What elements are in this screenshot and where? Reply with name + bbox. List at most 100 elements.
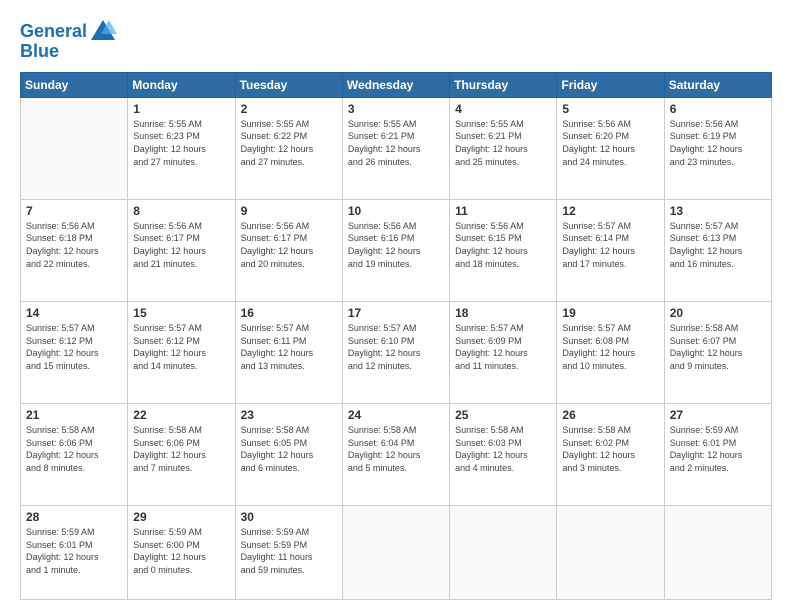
day-info: Sunrise: 5:58 AMSunset: 6:06 PMDaylight:…	[133, 424, 229, 474]
calendar-day-cell: 28 Sunrise: 5:59 AMSunset: 6:01 PMDayligh…	[21, 506, 128, 600]
day-info: Sunrise: 5:56 AMSunset: 6:17 PMDaylight:…	[241, 220, 337, 270]
calendar-day-cell: 22 Sunrise: 5:58 AMSunset: 6:06 PMDayligh…	[128, 404, 235, 506]
day-info: Sunrise: 5:58 AMSunset: 6:05 PMDaylight:…	[241, 424, 337, 474]
day-number: 6	[670, 102, 766, 116]
calendar-day-cell: 8 Sunrise: 5:56 AMSunset: 6:17 PMDaylight…	[128, 199, 235, 301]
calendar-day-cell: 3Sunrise: 5:55 AMSunset: 6:21 PMDaylight…	[342, 97, 449, 199]
logo-text-line2: Blue	[20, 42, 59, 62]
day-info: Sunrise: 5:57 AMSunset: 6:14 PMDaylight:…	[562, 220, 658, 270]
day-info: Sunrise: 5:56 AMSunset: 6:15 PMDaylight:…	[455, 220, 551, 270]
calendar-day-cell: 18 Sunrise: 5:57 AMSunset: 6:09 PMDayligh…	[450, 301, 557, 403]
day-number: 22	[133, 408, 229, 422]
calendar-day-cell: 14 Sunrise: 5:57 AMSunset: 6:12 PMDayligh…	[21, 301, 128, 403]
day-info: Sunrise: 5:57 AMSunset: 6:12 PMDaylight:…	[133, 322, 229, 372]
calendar-day-cell: 12 Sunrise: 5:57 AMSunset: 6:14 PMDayligh…	[557, 199, 664, 301]
calendar-day-cell: 19Sunrise: 5:57 AMSunset: 6:08 PMDayligh…	[557, 301, 664, 403]
day-info: Sunrise: 5:58 AMSunset: 6:06 PMDaylight:…	[26, 424, 122, 474]
calendar-day-cell: 20 Sunrise: 5:58 AMSunset: 6:07 PMDayligh…	[664, 301, 771, 403]
calendar-day-cell: 10Sunrise: 5:56 AMSunset: 6:16 PMDayligh…	[342, 199, 449, 301]
calendar-day-cell: 16Sunrise: 5:57 AMSunset: 6:11 PMDayligh…	[235, 301, 342, 403]
day-info: Sunrise: 5:59 AMSunset: 6:00 PMDaylight:…	[133, 526, 229, 576]
weekday-header-wednesday: Wednesday	[342, 72, 449, 97]
day-info: Sunrise: 5:56 AMSunset: 6:17 PMDaylight:…	[133, 220, 229, 270]
day-number: 14	[26, 306, 122, 320]
calendar-day-cell: 1 Sunrise: 5:55 AMSunset: 6:23 PMDaylight…	[128, 97, 235, 199]
calendar-day-cell: 15 Sunrise: 5:57 AMSunset: 6:12 PMDayligh…	[128, 301, 235, 403]
calendar-day-cell: 2 Sunrise: 5:55 AMSunset: 6:22 PMDaylight…	[235, 97, 342, 199]
day-info: Sunrise: 5:58 AMSunset: 6:04 PMDaylight:…	[348, 424, 444, 474]
calendar-day-cell: 13 Sunrise: 5:57 AMSunset: 6:13 PMDayligh…	[664, 199, 771, 301]
day-info: Sunrise: 5:58 AMSunset: 6:07 PMDaylight:…	[670, 322, 766, 372]
day-info: Sunrise: 5:59 AMSunset: 5:59 PMDaylight:…	[241, 526, 337, 576]
day-number: 24	[348, 408, 444, 422]
day-number: 5	[562, 102, 658, 116]
day-number: 16	[241, 306, 337, 320]
day-number: 4	[455, 102, 551, 116]
day-info: Sunrise: 5:57 AMSunset: 6:12 PMDaylight:…	[26, 322, 122, 372]
calendar-week-row: 21Sunrise: 5:58 AMSunset: 6:06 PMDayligh…	[21, 404, 772, 506]
calendar-week-row: 14 Sunrise: 5:57 AMSunset: 6:12 PMDayligh…	[21, 301, 772, 403]
calendar-day-cell	[664, 506, 771, 600]
day-info: Sunrise: 5:59 AMSunset: 6:01 PMDaylight:…	[26, 526, 122, 576]
day-number: 2	[241, 102, 337, 116]
day-info: Sunrise: 5:57 AMSunset: 6:13 PMDaylight:…	[670, 220, 766, 270]
day-number: 18	[455, 306, 551, 320]
weekday-header-thursday: Thursday	[450, 72, 557, 97]
day-number: 20	[670, 306, 766, 320]
day-info: Sunrise: 5:57 AMSunset: 6:10 PMDaylight:…	[348, 322, 444, 372]
calendar-table: SundayMondayTuesdayWednesdayThursdayFrid…	[20, 72, 772, 600]
day-number: 12	[562, 204, 658, 218]
calendar-day-cell: 6Sunrise: 5:56 AMSunset: 6:19 PMDaylight…	[664, 97, 771, 199]
day-number: 28	[26, 510, 122, 524]
weekday-header-monday: Monday	[128, 72, 235, 97]
logo-text-line1: General	[20, 22, 87, 42]
calendar-day-cell: 26Sunrise: 5:58 AMSunset: 6:02 PMDayligh…	[557, 404, 664, 506]
calendar-day-cell: 23 Sunrise: 5:58 AMSunset: 6:05 PMDayligh…	[235, 404, 342, 506]
day-info: Sunrise: 5:57 AMSunset: 6:09 PMDaylight:…	[455, 322, 551, 372]
day-info: Sunrise: 5:58 AMSunset: 6:03 PMDaylight:…	[455, 424, 551, 474]
logo-icon	[89, 18, 117, 46]
calendar-day-cell	[450, 506, 557, 600]
weekday-header-friday: Friday	[557, 72, 664, 97]
day-number: 8	[133, 204, 229, 218]
calendar-day-cell	[21, 97, 128, 199]
calendar-day-cell: 11Sunrise: 5:56 AMSunset: 6:15 PMDayligh…	[450, 199, 557, 301]
day-number: 23	[241, 408, 337, 422]
day-info: Sunrise: 5:59 AMSunset: 6:01 PMDaylight:…	[670, 424, 766, 474]
day-number: 10	[348, 204, 444, 218]
logo: General Blue	[20, 18, 117, 62]
day-number: 3	[348, 102, 444, 116]
weekday-header-saturday: Saturday	[664, 72, 771, 97]
calendar-day-cell: 25 Sunrise: 5:58 AMSunset: 6:03 PMDayligh…	[450, 404, 557, 506]
day-info: Sunrise: 5:55 AMSunset: 6:22 PMDaylight:…	[241, 118, 337, 168]
calendar-week-row: 1 Sunrise: 5:55 AMSunset: 6:23 PMDaylight…	[21, 97, 772, 199]
calendar-day-cell: 4 Sunrise: 5:55 AMSunset: 6:21 PMDaylight…	[450, 97, 557, 199]
day-number: 25	[455, 408, 551, 422]
day-number: 26	[562, 408, 658, 422]
day-info: Sunrise: 5:55 AMSunset: 6:23 PMDaylight:…	[133, 118, 229, 168]
day-info: Sunrise: 5:55 AMSunset: 6:21 PMDaylight:…	[455, 118, 551, 168]
weekday-header-sunday: Sunday	[21, 72, 128, 97]
day-info: Sunrise: 5:56 AMSunset: 6:18 PMDaylight:…	[26, 220, 122, 270]
page: General Blue SundayMondayTuesdayWednesda…	[0, 0, 792, 612]
day-number: 9	[241, 204, 337, 218]
calendar-day-cell: 9 Sunrise: 5:56 AMSunset: 6:17 PMDaylight…	[235, 199, 342, 301]
calendar-week-row: 28 Sunrise: 5:59 AMSunset: 6:01 PMDayligh…	[21, 506, 772, 600]
day-info: Sunrise: 5:56 AMSunset: 6:20 PMDaylight:…	[562, 118, 658, 168]
calendar-day-cell	[342, 506, 449, 600]
day-number: 15	[133, 306, 229, 320]
calendar-day-cell: 21Sunrise: 5:58 AMSunset: 6:06 PMDayligh…	[21, 404, 128, 506]
day-number: 1	[133, 102, 229, 116]
calendar-day-cell: 24 Sunrise: 5:58 AMSunset: 6:04 PMDayligh…	[342, 404, 449, 506]
day-number: 29	[133, 510, 229, 524]
weekday-header-tuesday: Tuesday	[235, 72, 342, 97]
day-number: 30	[241, 510, 337, 524]
header: General Blue	[20, 18, 772, 62]
calendar-day-cell: 30 Sunrise: 5:59 AMSunset: 5:59 PMDayligh…	[235, 506, 342, 600]
day-number: 27	[670, 408, 766, 422]
calendar-day-cell: 29 Sunrise: 5:59 AMSunset: 6:00 PMDayligh…	[128, 506, 235, 600]
day-number: 13	[670, 204, 766, 218]
calendar-day-cell: 7Sunrise: 5:56 AMSunset: 6:18 PMDaylight…	[21, 199, 128, 301]
calendar-day-cell: 17Sunrise: 5:57 AMSunset: 6:10 PMDayligh…	[342, 301, 449, 403]
calendar-day-cell: 27 Sunrise: 5:59 AMSunset: 6:01 PMDayligh…	[664, 404, 771, 506]
